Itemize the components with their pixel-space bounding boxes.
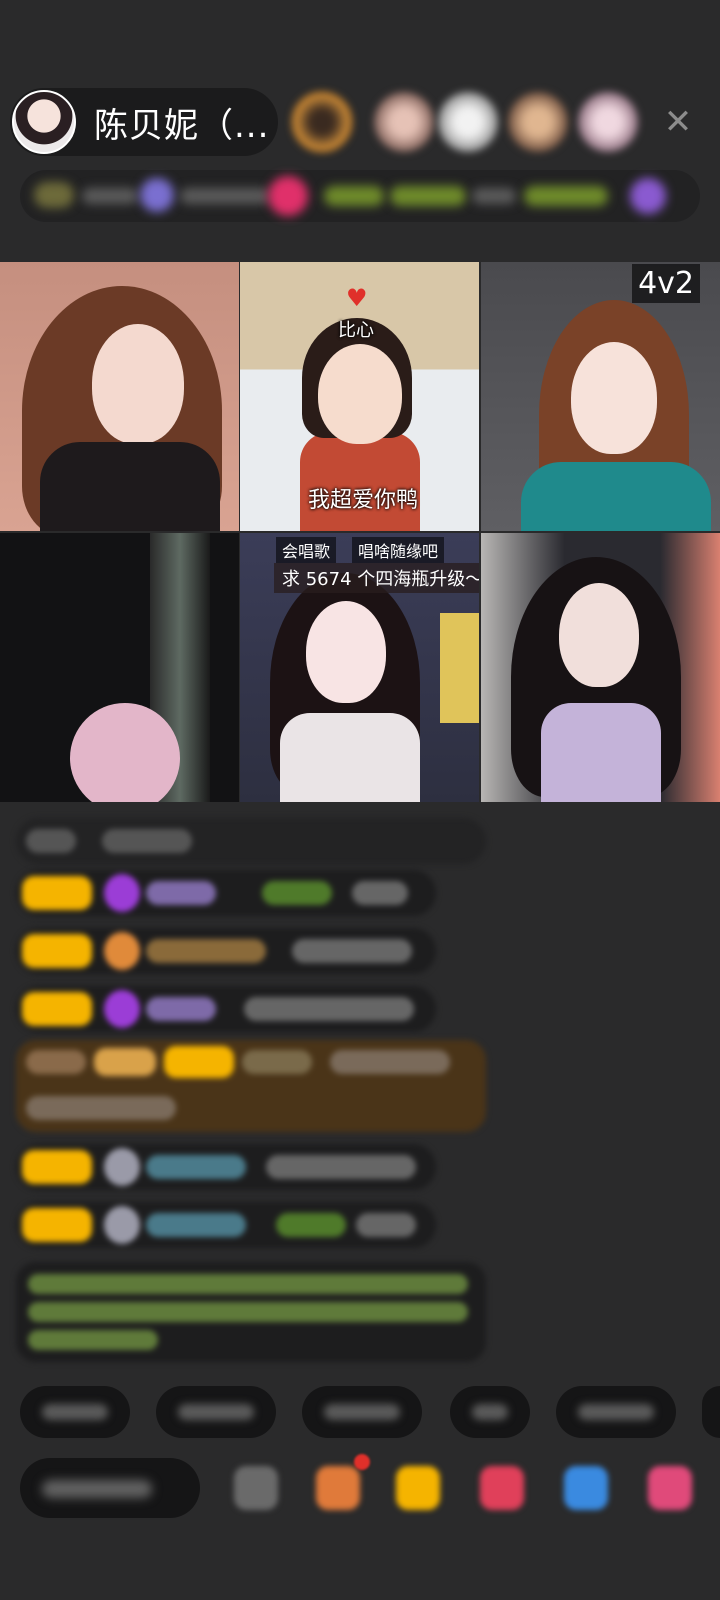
game-icon[interactable] [564,1466,608,1510]
sticker-text: 比心 [338,320,374,341]
host-info-pill[interactable]: 陈贝妮（... [10,88,278,156]
chat-message[interactable] [16,1144,436,1190]
heart-icon: ♥ [346,284,368,312]
video-tile-2[interactable]: ♥ 比心 我超爱你鸭 [240,262,479,531]
chat-message[interactable] [16,870,436,916]
video-tile-6[interactable] [481,533,720,802]
video-tile-4[interactable] [0,533,239,802]
quick-reply-1[interactable] [20,1386,130,1438]
emoji-icon[interactable] [234,1466,278,1510]
video-tile-1[interactable] [0,262,239,531]
quick-reply-5[interactable] [556,1386,676,1438]
tag-random: 唱啥随缘吧 [352,537,445,563]
tag-sing: 会唱歌 [276,537,337,563]
host-avatar[interactable] [12,90,76,154]
chat-message[interactable] [16,818,486,864]
quick-reply-2[interactable] [156,1386,276,1438]
gift-box-icon[interactable] [316,1466,360,1510]
video-grid: ♥ 比心 我超爱你鸭 4v2 会唱歌 唱啥随缘吧 求 5674 个四海瓶升级～ [0,262,720,802]
live-info-row[interactable] [20,170,700,222]
gift-goal-banner: 求 5674 个四海瓶升级～ [274,563,479,593]
chat-system-notice [16,1262,486,1362]
chat-message[interactable] [16,986,436,1032]
tile-caption: 我超爱你鸭 [308,488,419,513]
chat-message[interactable] [16,1202,436,1248]
video-tile-3[interactable]: 4v2 [481,262,720,531]
notification-dot [354,1454,370,1470]
close-icon[interactable]: ✕ [660,104,696,140]
viewer-avatar-4[interactable] [508,92,568,152]
viewer-avatar-2[interactable] [374,92,434,152]
lucky-bag-icon[interactable] [396,1466,440,1510]
viewer-avatar-1[interactable] [292,92,352,152]
pk-mode-badge: 4v2 [632,264,700,303]
viewer-avatar-5[interactable] [578,92,638,152]
chat-message-highlight[interactable] [16,1040,486,1132]
video-tile-5[interactable]: 会唱歌 唱啥随缘吧 求 5674 个四海瓶升级～ [240,533,479,802]
activity-icon[interactable] [480,1466,524,1510]
quick-reply-6[interactable] [702,1386,720,1438]
chat-message[interactable] [16,928,436,974]
gift-icon[interactable] [648,1466,692,1510]
host-name: 陈贝妮（... [94,105,270,146]
chat-input[interactable] [20,1458,200,1518]
quick-reply-3[interactable] [302,1386,422,1438]
viewer-avatar-3[interactable] [438,92,498,152]
quick-reply-4[interactable] [450,1386,530,1438]
